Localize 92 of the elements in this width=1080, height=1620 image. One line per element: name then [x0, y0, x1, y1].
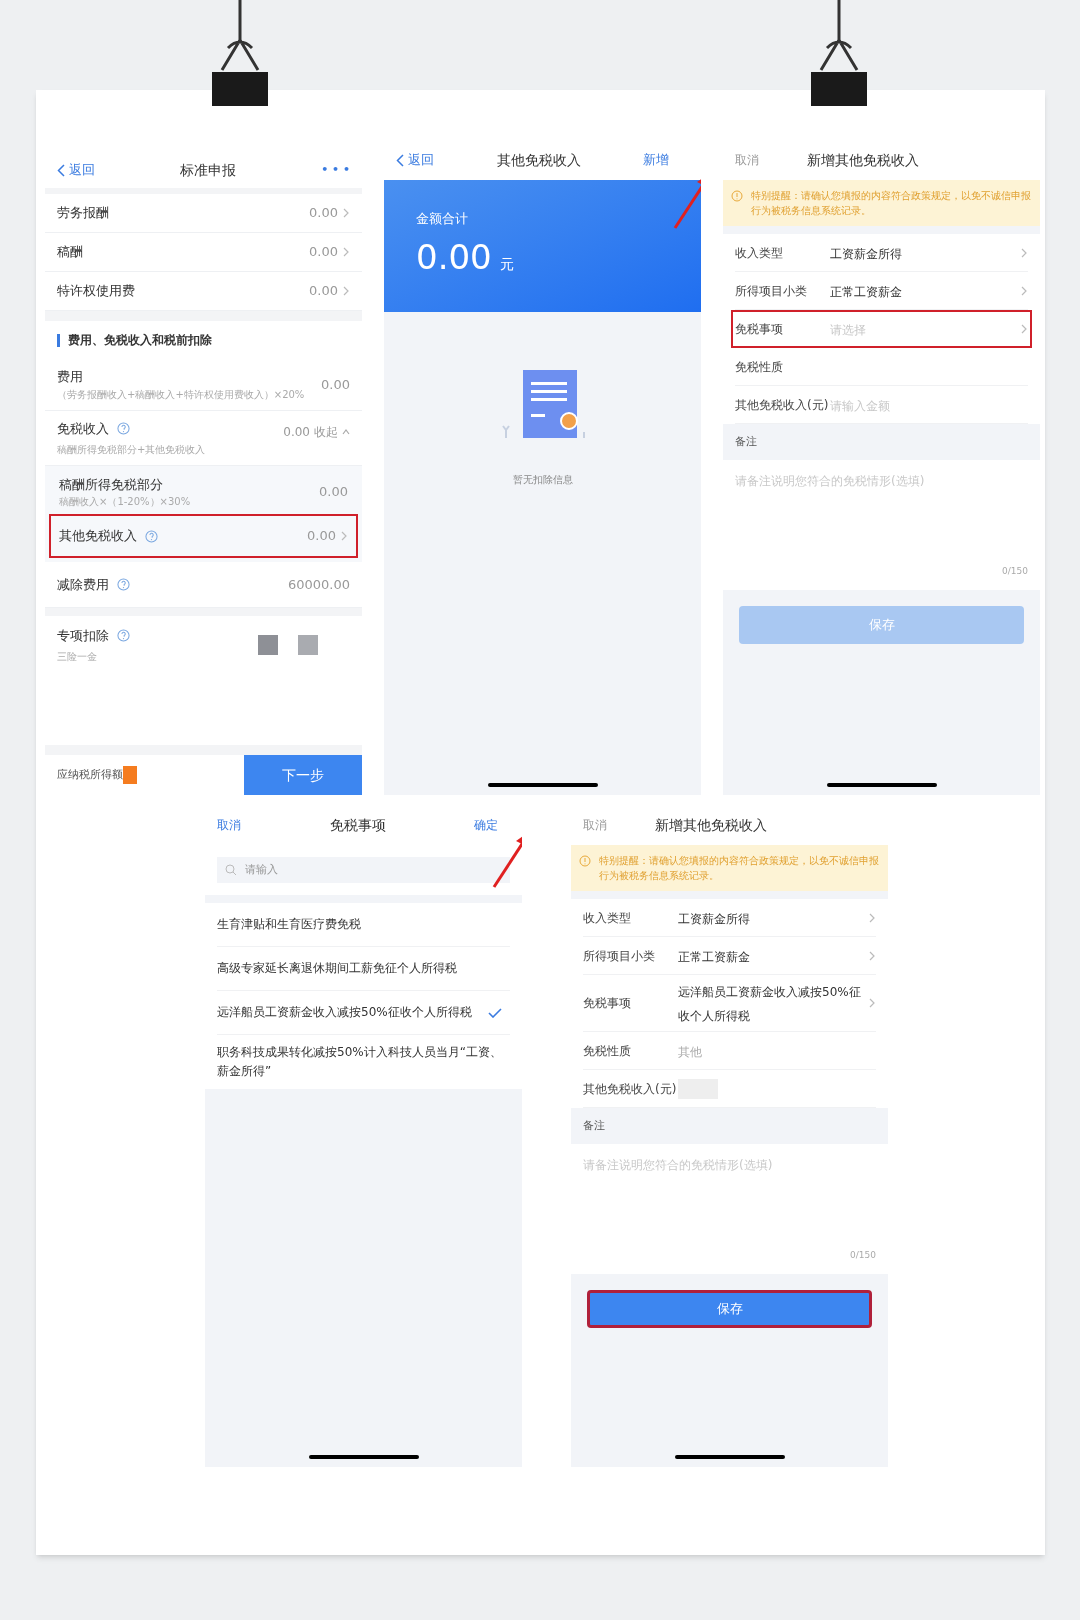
form-row[interactable]: 所得项目小类 正常工资薪金: [735, 272, 1028, 310]
option-item[interactable]: 生育津贴和生育医疗费免税: [217, 903, 510, 947]
char-counter: 0/150: [1002, 564, 1028, 578]
field-label: 其他免税收入(元): [583, 1080, 678, 1098]
formula-note: （劳务报酬收入+稿酬收入+特许权使用费收入）×20%: [57, 387, 305, 402]
form-row[interactable]: 收入类型 工资薪金所得: [735, 234, 1028, 272]
back-button[interactable]: 返回: [396, 150, 434, 170]
option-item[interactable]: 职务科技成果转化减按50%计入科技人员当月“工资、薪金所得”: [217, 1035, 510, 1089]
field-label: 收入类型: [583, 909, 632, 927]
field-label: 所得项目小类: [735, 282, 808, 300]
redaction-block: [123, 766, 137, 784]
save-button[interactable]: 保存: [587, 1290, 872, 1328]
field-value: 工资薪金所得: [830, 246, 902, 261]
chevron-right-icon: [342, 286, 350, 296]
field-value: 远洋船员工资薪金收入减按50%征收个人所得税: [678, 985, 861, 1023]
field-value: 工资薪金所得: [678, 911, 750, 926]
help-icon[interactable]: [117, 421, 130, 435]
form-row[interactable]: 免税事项 远洋船员工资薪金收入减按50%征收个人所得税: [583, 975, 876, 1032]
field-label: 免税性质: [583, 1042, 632, 1060]
formula-note: 稿酬收入×（1-20%）×30%: [59, 495, 191, 510]
field-label: 免税事项: [583, 995, 632, 1012]
char-counter: 0/150: [850, 1248, 876, 1262]
screen-title: 新增其他免税收入: [655, 815, 767, 835]
form-row[interactable]: 收入类型 工资薪金所得: [583, 899, 876, 937]
next-button[interactable]: 下一步: [244, 755, 362, 795]
form-row[interactable]: 其他免税收入(元): [583, 1070, 876, 1108]
row-value: 0.00: [283, 423, 310, 441]
formula-note: 稿酬所得免税部分+其他免税收入: [57, 443, 206, 457]
row-label: 减除费用: [57, 575, 109, 594]
form-row[interactable]: 免税性质 其他: [583, 1032, 876, 1070]
footer-label: 应纳税所得额: [57, 766, 123, 783]
field-label: 免税事项: [735, 321, 784, 338]
more-button[interactable]: • • •: [321, 161, 350, 179]
row-label: 专项扣除: [57, 626, 109, 645]
confirm-button[interactable]: 确定: [474, 816, 498, 834]
back-icon[interactable]: [57, 163, 65, 177]
form-row[interactable]: 所得项目小类 正常工资薪金: [583, 937, 876, 975]
redaction-block: [258, 635, 278, 655]
screen-title: 免税事项: [329, 815, 386, 835]
currency-unit: 元: [499, 255, 514, 275]
row-label: 稿酬: [57, 243, 83, 262]
income-row[interactable]: 稿酬 0.00: [45, 233, 362, 272]
sub-row[interactable]: 其他免税收入 0.00: [49, 514, 358, 558]
option-item[interactable]: 远洋船员工资薪金收入减按50%征收个人所得税: [217, 991, 510, 1035]
row-label: 免税收入: [57, 419, 109, 438]
total-label: 金额合计: [416, 209, 469, 228]
screen-title: 其他免税收入: [496, 150, 581, 170]
remark-label: 备注: [583, 1117, 605, 1134]
row-value: 60000.00: [287, 575, 350, 594]
row-label: 其他免税收入: [59, 527, 137, 546]
notice-text: 特别提醒：请确认您填报的内容符合政策规定，以免不诚信申报行为被税务信息系统记录。: [599, 854, 880, 883]
info-icon: [731, 190, 743, 202]
form-row[interactable]: 免税性质: [735, 348, 1028, 386]
help-icon[interactable]: [117, 578, 130, 591]
help-icon[interactable]: [117, 629, 130, 642]
section-title: 费用、免税收入和税前扣除: [68, 332, 212, 349]
sub-row[interactable]: 稿酬所得免税部分 稿酬收入×（1-20%）×30% 0.00: [49, 470, 358, 514]
row-value: 0.00: [307, 527, 336, 546]
option-item[interactable]: 高级专家延长离退休期间工薪免征个人所得税: [217, 947, 510, 991]
row-label: 劳务报酬: [57, 204, 109, 223]
search-icon: [225, 864, 237, 876]
row-value: 0.00: [320, 375, 350, 394]
remark-label: 备注: [735, 433, 757, 450]
screen-title: 新增其他免税收入: [807, 150, 919, 170]
chevron-right-icon: [342, 247, 350, 257]
field-label: 其他免税收入(元): [735, 396, 830, 414]
row-label: 特许权使用费: [57, 282, 135, 301]
field-label: 收入类型: [735, 244, 784, 262]
notice-text: 特别提醒：请确认您填报的内容符合政策规定，以免不诚信申报行为被税务信息系统记录。: [751, 189, 1032, 218]
back-icon[interactable]: [396, 153, 404, 167]
total-amount: 0.00: [416, 236, 492, 280]
income-row[interactable]: 劳务报酬 0.00: [45, 194, 362, 233]
row-label: 稿酬所得免税部分: [59, 475, 163, 494]
field-value: 正常工资薪金: [830, 284, 902, 299]
field-value: 正常工资薪金: [678, 949, 750, 964]
row-value: 0.00: [319, 483, 348, 502]
section-marker: [57, 333, 60, 347]
redaction-block: [298, 635, 318, 655]
screen-title: 标准申报: [180, 160, 237, 180]
field-label: 免税性质: [735, 358, 784, 376]
cancel-button[interactable]: 取消: [217, 816, 241, 834]
help-icon[interactable]: [145, 529, 158, 543]
field-label: 所得项目小类: [583, 947, 656, 965]
row-label: 费用: [57, 368, 84, 386]
empty-message: 暂无扣除信息: [512, 473, 573, 487]
info-icon: [579, 855, 591, 867]
back-button[interactable]: 返回: [57, 160, 95, 180]
row-value: 0.00: [309, 282, 338, 301]
chevron-right-icon: [342, 208, 350, 218]
row-value: 0.00: [309, 243, 338, 262]
row-value: 0.00: [309, 204, 338, 223]
add-button[interactable]: 新增: [643, 150, 669, 170]
